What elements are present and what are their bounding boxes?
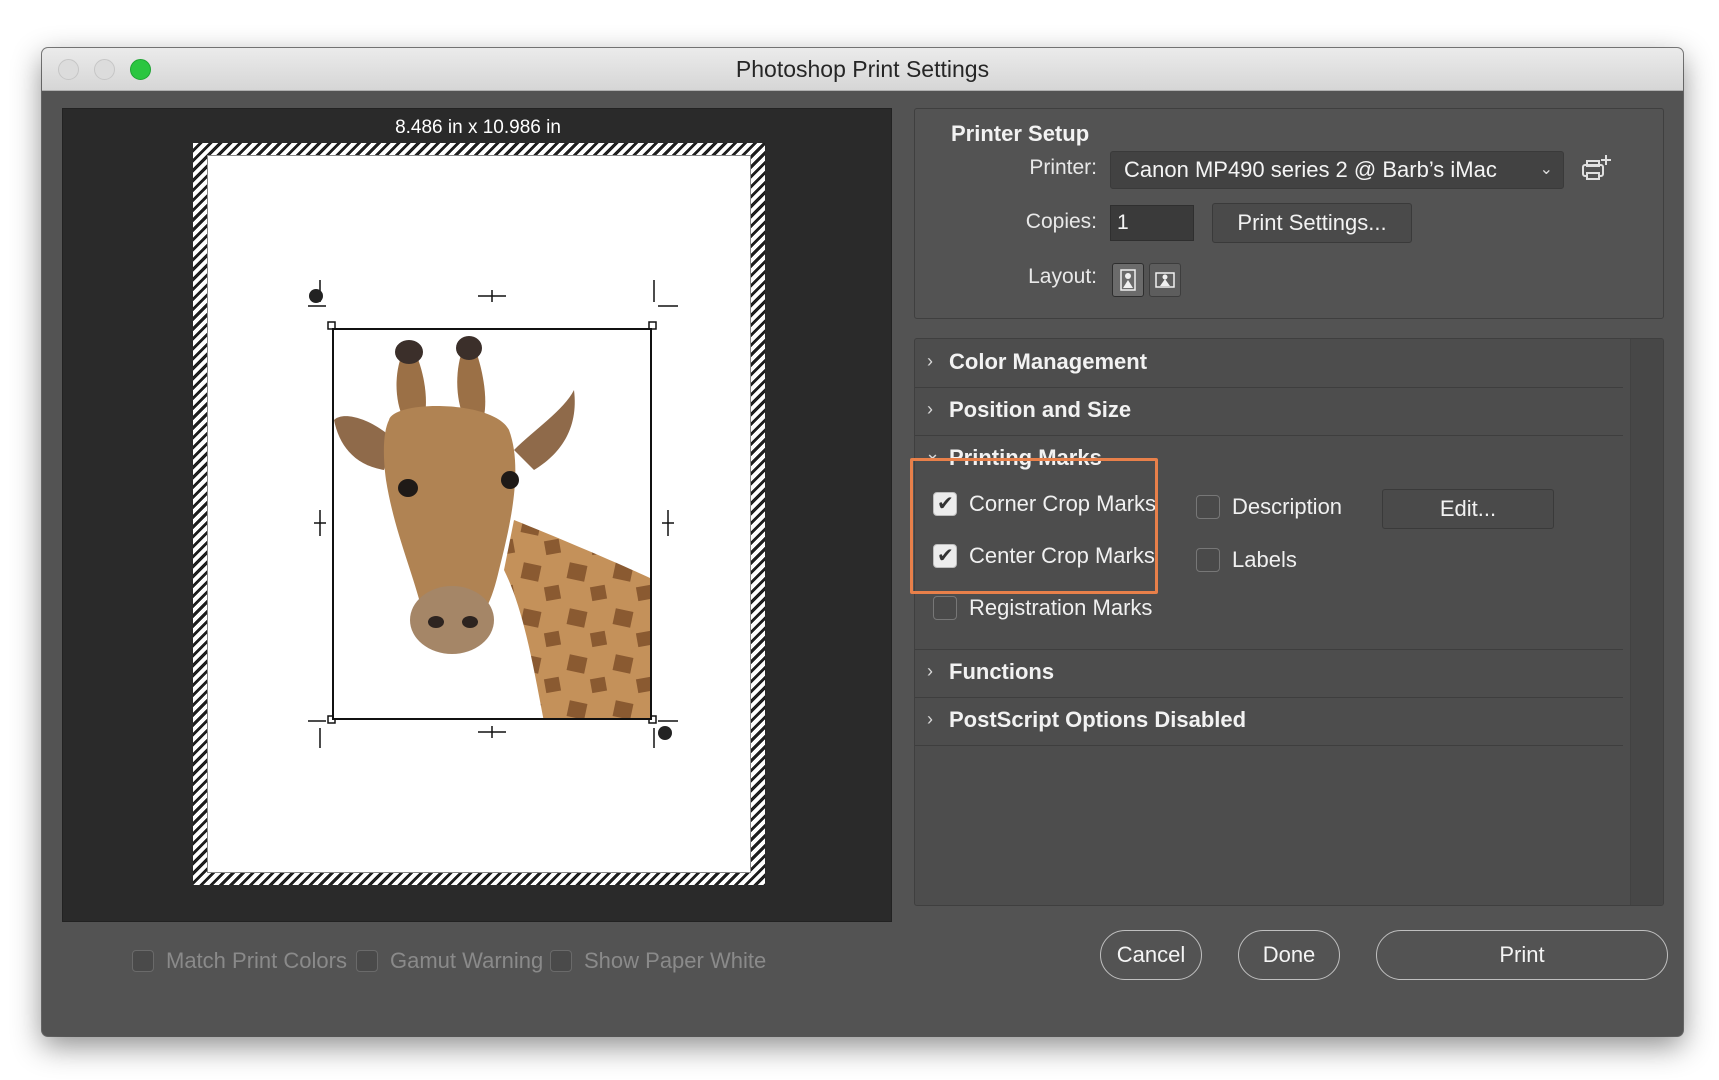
cancel-button[interactable]: Cancel xyxy=(1100,930,1202,980)
chevron-right-icon: › xyxy=(927,351,933,371)
registration-marks-checkbox[interactable] xyxy=(933,596,957,620)
print-options-panel: › Color Management › Position and Size ⌄… xyxy=(914,338,1664,906)
functions-title: Functions xyxy=(949,659,1055,684)
gamut-warning-label: Gamut Warning xyxy=(390,948,544,973)
copies-label: Copies: xyxy=(1025,210,1097,233)
giraffe-image xyxy=(334,336,650,718)
match-print-colors-option[interactable]: Match Print Colors xyxy=(132,948,347,974)
chevron-down-icon: ⌄ xyxy=(1539,161,1553,178)
labels-label: Labels xyxy=(1232,547,1297,572)
match-print-colors-label: Match Print Colors xyxy=(166,948,347,973)
gamut-warning-option[interactable]: Gamut Warning xyxy=(356,948,543,974)
paper-size-label: 8.486 in x 10.986 in xyxy=(395,117,561,138)
print-settings-window: Photoshop Print Settings 8.486 in x 10.9… xyxy=(42,48,1683,1036)
labels-option[interactable]: Labels xyxy=(1196,547,1297,573)
chevron-right-icon: › xyxy=(927,709,933,729)
printer-setup-panel: Printer Setup Printer: Canon MP490 serie… xyxy=(914,108,1664,319)
registration-marks-option[interactable]: Registration Marks xyxy=(933,595,1152,621)
position-and-size-section[interactable]: › Position and Size xyxy=(915,387,1623,436)
title-bar: Photoshop Print Settings xyxy=(42,48,1683,91)
printer-label: Printer: xyxy=(1029,156,1097,179)
print-preview: 8.486 in x 10.986 in xyxy=(62,108,892,922)
printable-area xyxy=(207,155,751,873)
functions-section[interactable]: › Functions xyxy=(915,649,1623,698)
color-management-title: Color Management xyxy=(949,349,1148,374)
printer-add-icon[interactable] xyxy=(1580,153,1614,185)
position-and-size-title: Position and Size xyxy=(949,397,1132,422)
show-paper-white-checkbox[interactable] xyxy=(550,950,572,972)
done-button[interactable]: Done xyxy=(1238,930,1340,980)
resize-handle xyxy=(658,726,672,740)
landscape-layout-icon[interactable] xyxy=(1149,263,1181,297)
print-image[interactable] xyxy=(332,328,652,720)
postscript-title: PostScript Options Disabled xyxy=(949,707,1247,732)
printer-dropdown[interactable]: Canon MP490 series 2 @ Barb’s iMac ⌄ xyxy=(1110,151,1564,189)
edit-description-button[interactable]: Edit... xyxy=(1382,489,1554,529)
print-button[interactable]: Print xyxy=(1376,930,1668,980)
paper-sheet xyxy=(193,143,765,885)
description-option[interactable]: Description xyxy=(1196,494,1342,520)
match-print-colors-checkbox[interactable] xyxy=(132,950,154,972)
description-checkbox[interactable] xyxy=(1196,495,1220,519)
printing-marks-highlight xyxy=(910,458,1158,594)
portrait-layout-icon[interactable] xyxy=(1112,263,1144,297)
show-paper-white-option[interactable]: Show Paper White xyxy=(550,948,766,974)
registration-marks-label: Registration Marks xyxy=(969,595,1153,620)
resize-handle xyxy=(309,289,323,303)
show-paper-white-label: Show Paper White xyxy=(584,948,767,973)
chevron-right-icon: › xyxy=(927,661,933,681)
print-settings-button[interactable]: Print Settings... xyxy=(1212,203,1412,243)
copies-input[interactable]: 1 xyxy=(1110,205,1194,241)
printer-setup-title: Printer Setup xyxy=(951,121,1090,146)
color-management-section[interactable]: › Color Management xyxy=(915,339,1623,388)
window-title: Photoshop Print Settings xyxy=(735,56,990,82)
chevron-right-icon: › xyxy=(927,399,933,419)
labels-checkbox[interactable] xyxy=(1196,548,1220,572)
gamut-warning-checkbox[interactable] xyxy=(356,950,378,972)
layout-label: Layout: xyxy=(1028,265,1097,288)
printer-value: Canon MP490 series 2 @ Barb’s iMac xyxy=(1124,157,1497,182)
postscript-section[interactable]: › PostScript Options Disabled xyxy=(915,697,1623,746)
description-label: Description xyxy=(1232,494,1343,519)
options-scrollbar[interactable] xyxy=(1630,339,1663,905)
